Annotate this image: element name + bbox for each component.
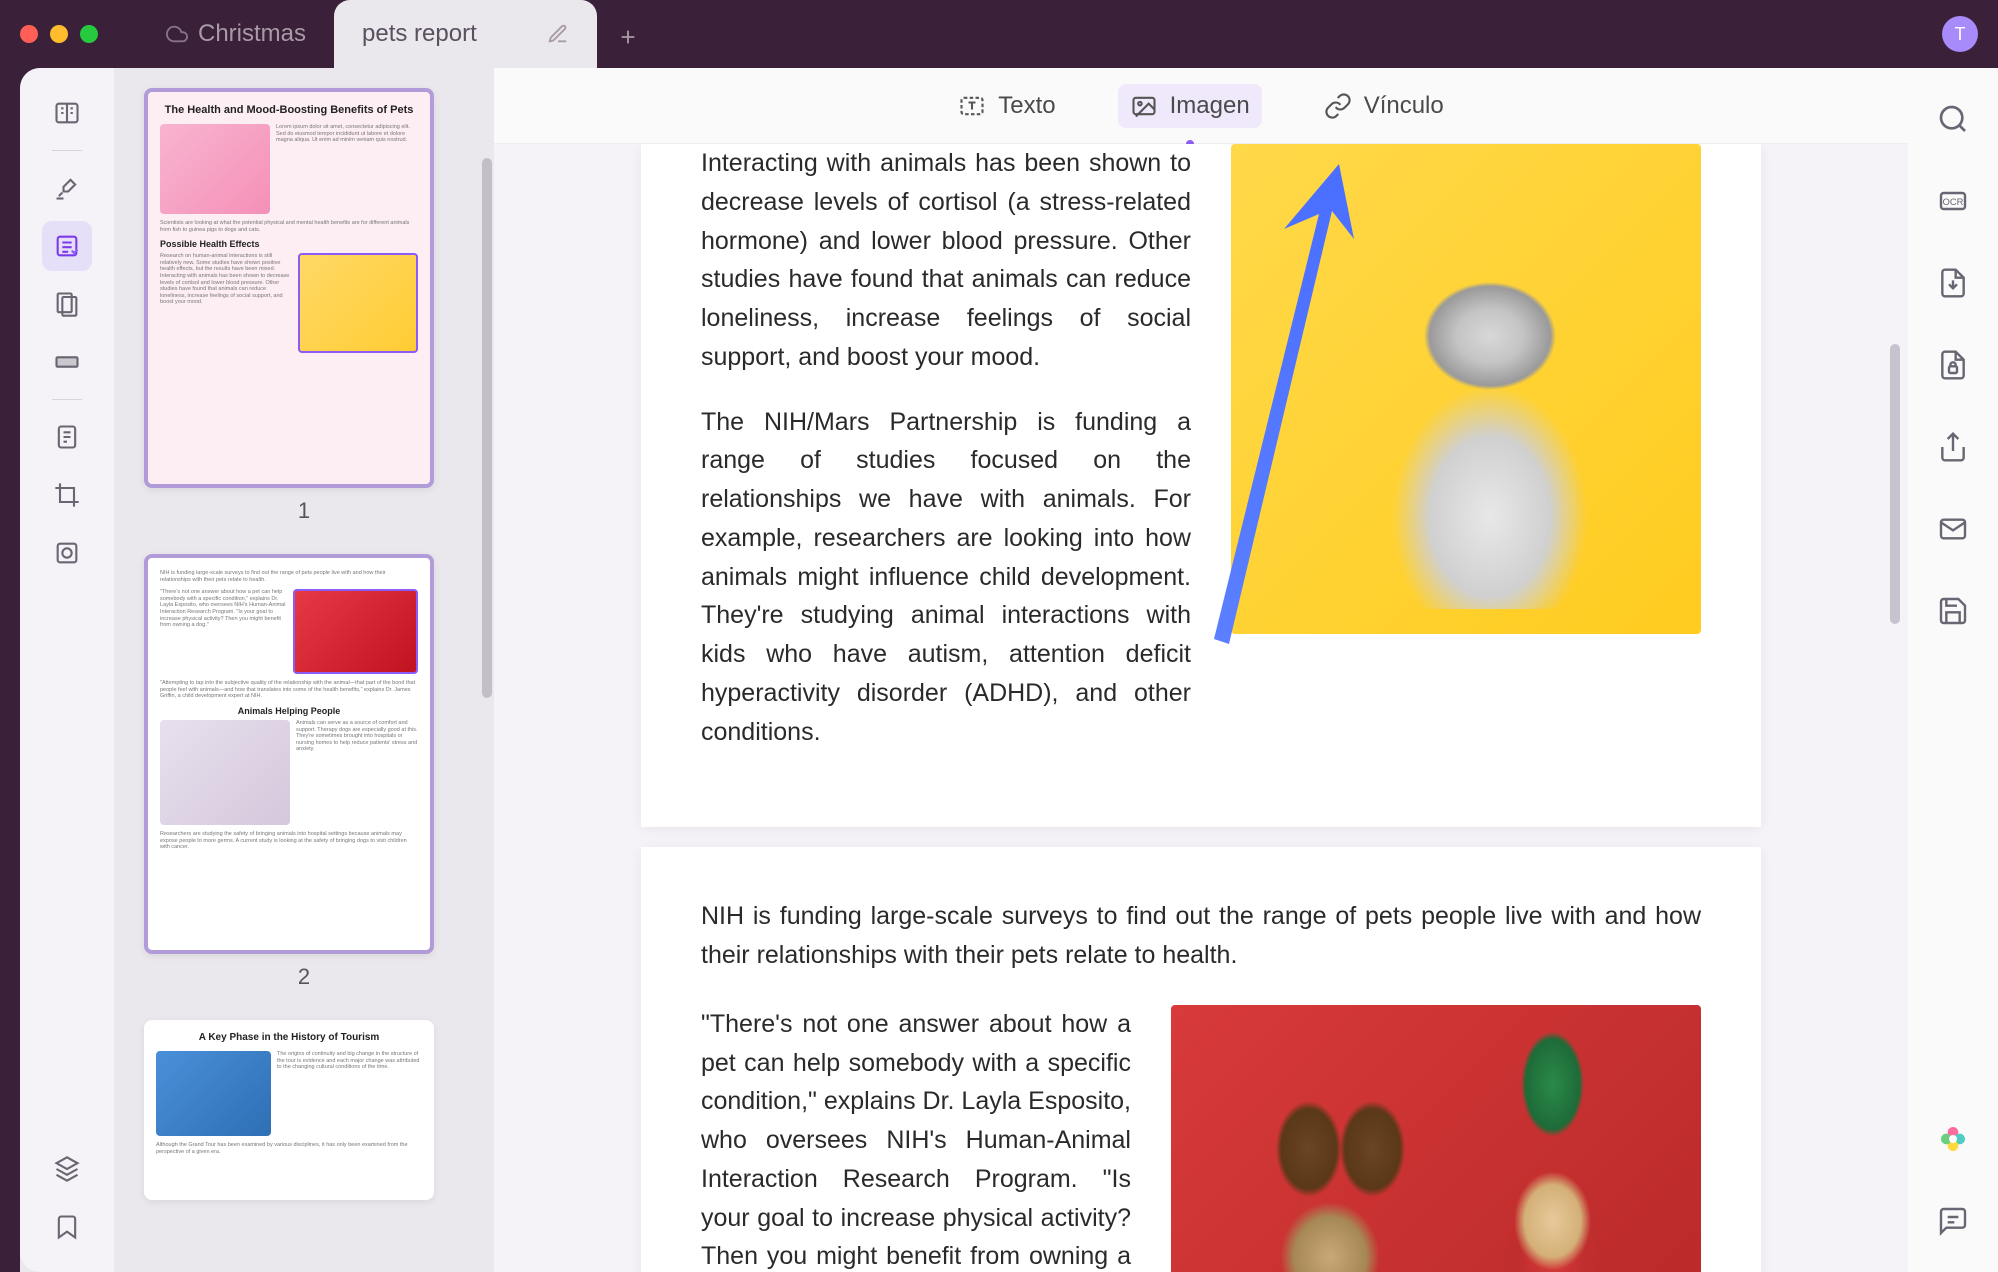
tab-pets-report[interactable]: pets report [334, 0, 597, 68]
thumb-text: NIH is funding large-scale surveys to fi… [160, 570, 418, 583]
window-controls [20, 25, 98, 43]
comment-button[interactable] [1932, 1200, 1974, 1242]
thumbnail-page-1[interactable]: The Health and Mood-Boosting Benefits of… [144, 88, 464, 524]
thumb-page-number: 2 [144, 964, 464, 990]
tab-label: Christmas [198, 20, 306, 48]
thumb-text: The origins of continuity and big change… [277, 1051, 422, 1136]
edit-tool-label: Imagen [1170, 92, 1250, 120]
share-icon [1937, 431, 1969, 463]
app-button[interactable] [1932, 1118, 1974, 1160]
share-button[interactable] [1932, 426, 1974, 468]
search-button[interactable] [1932, 98, 1974, 140]
avatar[interactable]: T [1942, 16, 1978, 52]
form-tool[interactable] [42, 412, 92, 462]
highlighter-tool[interactable] [42, 163, 92, 213]
right-toolbar: OCR [1908, 68, 1998, 1272]
text-tool[interactable]: Texto [946, 84, 1067, 128]
redact-tool[interactable] [42, 337, 92, 387]
scrollbar[interactable] [482, 158, 492, 698]
cloud-icon [166, 23, 188, 45]
link-icon [1324, 92, 1352, 120]
lock-file-icon [1937, 349, 1969, 381]
edit-tool-label: Vínculo [1364, 92, 1444, 120]
ocr-icon: OCR [1937, 185, 1969, 217]
edit-tool[interactable] [42, 221, 92, 271]
thumb-text: Researchers are studying the safety of b… [160, 831, 418, 851]
thumb-image [156, 1051, 271, 1136]
thumb-title: The Health and Mood-Boosting Benefits of… [160, 104, 418, 116]
thumb-subtitle: Animals Helping People [160, 706, 418, 716]
bookmark-tool[interactable] [42, 1202, 92, 1252]
document-page-1: Interacting with animals has been shown … [641, 144, 1761, 827]
close-window-button[interactable] [20, 25, 38, 43]
reader-tool[interactable] [42, 88, 92, 138]
mail-icon [1937, 513, 1969, 545]
thumb-subtitle: Possible Health Effects [160, 239, 418, 249]
link-tool[interactable]: Vínculo [1312, 84, 1456, 128]
thumb-title: A Key Phase in the History of Tourism [156, 1032, 422, 1043]
search-icon [1937, 103, 1969, 135]
flower-icon [1937, 1123, 1969, 1155]
document-image-pets[interactable] [1171, 1005, 1701, 1272]
new-tab-button[interactable] [617, 23, 639, 45]
save-icon [1937, 595, 1969, 627]
tab-label: pets report [362, 20, 477, 48]
convert-button[interactable] [1932, 262, 1974, 304]
image-tool[interactable]: Imagen [1118, 84, 1262, 128]
thumbnail-page-2[interactable]: NIH is funding large-scale surveys to fi… [144, 554, 464, 990]
titlebar: Christmas pets report T [0, 0, 1998, 68]
thumb-image [160, 124, 270, 214]
thumbnail-panel: The Health and Mood-Boosting Benefits of… [114, 68, 494, 1272]
thumb-text: "Attempting to tap into the subjective q… [160, 680, 418, 700]
convert-icon [1937, 267, 1969, 299]
edit-toolbar: Texto Imagen Vínculo [494, 68, 1908, 144]
comment-icon [1937, 1205, 1969, 1237]
document-viewport[interactable]: Interacting with animals has been shown … [494, 144, 1908, 1272]
maximize-window-button[interactable] [80, 25, 98, 43]
document-paragraph: "There's not one answer about how a pet … [701, 1005, 1131, 1272]
thumb-text: Research on human-animal interactions is… [160, 253, 292, 353]
crop-tool[interactable] [42, 470, 92, 520]
thumb-image [160, 720, 290, 825]
tab-strip: Christmas pets report [138, 0, 639, 68]
left-toolbar [20, 68, 114, 1272]
document-page-2: NIH is funding large-scale surveys to fi… [641, 847, 1761, 1272]
thumb-text: Although the Grand Tour has been examine… [156, 1142, 422, 1155]
document-paragraph: The NIH/Mars Partnership is funding a ra… [701, 403, 1191, 752]
ocr-button[interactable]: OCR [1932, 180, 1974, 222]
edit-tool-label: Texto [998, 92, 1055, 120]
pages-tool[interactable] [42, 279, 92, 329]
svg-text:OCR: OCR [1943, 197, 1964, 207]
minimize-window-button[interactable] [50, 25, 68, 43]
thumb-text: "There's not one answer about how a pet … [160, 589, 287, 674]
thumb-text: Scientists are looking at what the poten… [160, 220, 418, 233]
layers-tool[interactable] [42, 1144, 92, 1194]
main-area: Texto Imagen Vínculo [494, 68, 1908, 1272]
thumb-text: Animals can serve as a source of comfort… [296, 720, 418, 825]
email-button[interactable] [1932, 508, 1974, 550]
thumb-image [298, 253, 418, 353]
stamp-tool[interactable] [42, 528, 92, 578]
document-paragraph: Interacting with animals has been shown … [701, 144, 1191, 377]
save-button[interactable] [1932, 590, 1974, 632]
thumb-image [293, 589, 418, 674]
thumb-text: Lorem ipsum dolor sit amet, consectetur … [276, 124, 418, 214]
tab-christmas[interactable]: Christmas [138, 0, 334, 68]
thumbnail-page-3[interactable]: A Key Phase in the History of Tourism Th… [144, 1020, 464, 1200]
text-icon [958, 92, 986, 120]
document-paragraph: NIH is funding large-scale surveys to fi… [701, 897, 1701, 975]
protect-button[interactable] [1932, 344, 1974, 386]
avatar-letter: T [1955, 24, 1966, 45]
document-image-dog[interactable] [1231, 144, 1701, 634]
edit-icon[interactable] [547, 23, 569, 45]
thumb-page-number: 1 [144, 498, 464, 524]
image-icon [1130, 92, 1158, 120]
